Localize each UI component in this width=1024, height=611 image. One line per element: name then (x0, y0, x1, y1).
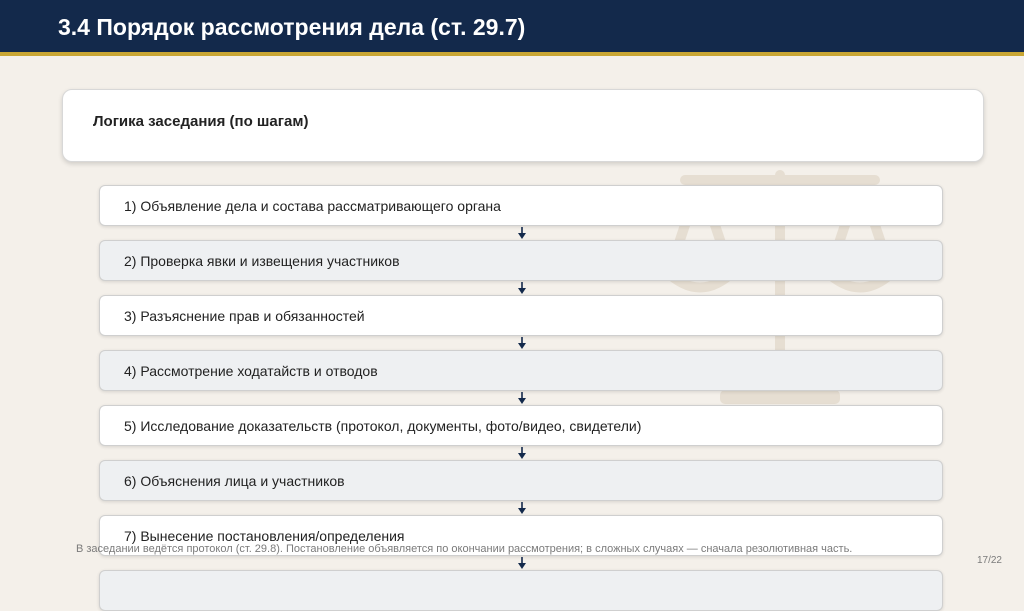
step-8-partial (99, 570, 943, 611)
slide-title: 3.4 Порядок рассмотрения дела (ст. 29.7) (58, 14, 526, 40)
step-3: 3) Разъяснение прав и обязанностей (99, 295, 943, 336)
step-1-label: 1) Объявление дела и состава рассматрива… (124, 198, 501, 214)
step-6: 6) Объяснения лица и участников (99, 460, 943, 501)
arrow-down-icon (518, 392, 526, 404)
arrow-down-icon (518, 557, 526, 569)
arrow-down-icon (518, 337, 526, 349)
arrow-down-icon (518, 227, 526, 239)
step-1: 1) Объявление дела и состава рассматрива… (99, 185, 943, 226)
step-5: 5) Исследование доказательств (протокол,… (99, 405, 943, 446)
step-2: 2) Проверка явки и извещения участников (99, 240, 943, 281)
step-2-label: 2) Проверка явки и извещения участников (124, 253, 400, 269)
step-3-label: 3) Разъяснение прав и обязанностей (124, 308, 365, 324)
header-accent-line (0, 52, 1024, 56)
arrow-down-icon (518, 282, 526, 294)
arrow-down-icon (518, 447, 526, 459)
step-4-label: 4) Рассмотрение ходатайств и отводов (124, 363, 378, 379)
card-title: Логика заседания (по шагам) (93, 113, 309, 130)
step-5-label: 5) Исследование доказательств (протокол,… (124, 418, 642, 434)
footnote: В заседании ведётся протокол (ст. 29.8).… (76, 543, 853, 555)
step-4: 4) Рассмотрение ходатайств и отводов (99, 350, 943, 391)
session-logic-card: Логика заседания (по шагам) (62, 89, 984, 162)
step-6-label: 6) Объяснения лица и участников (124, 473, 345, 489)
arrow-down-icon (518, 502, 526, 514)
page-number: 17/22 (976, 555, 1002, 566)
step-7-label: 7) Вынесение постановления/определения (124, 528, 405, 544)
